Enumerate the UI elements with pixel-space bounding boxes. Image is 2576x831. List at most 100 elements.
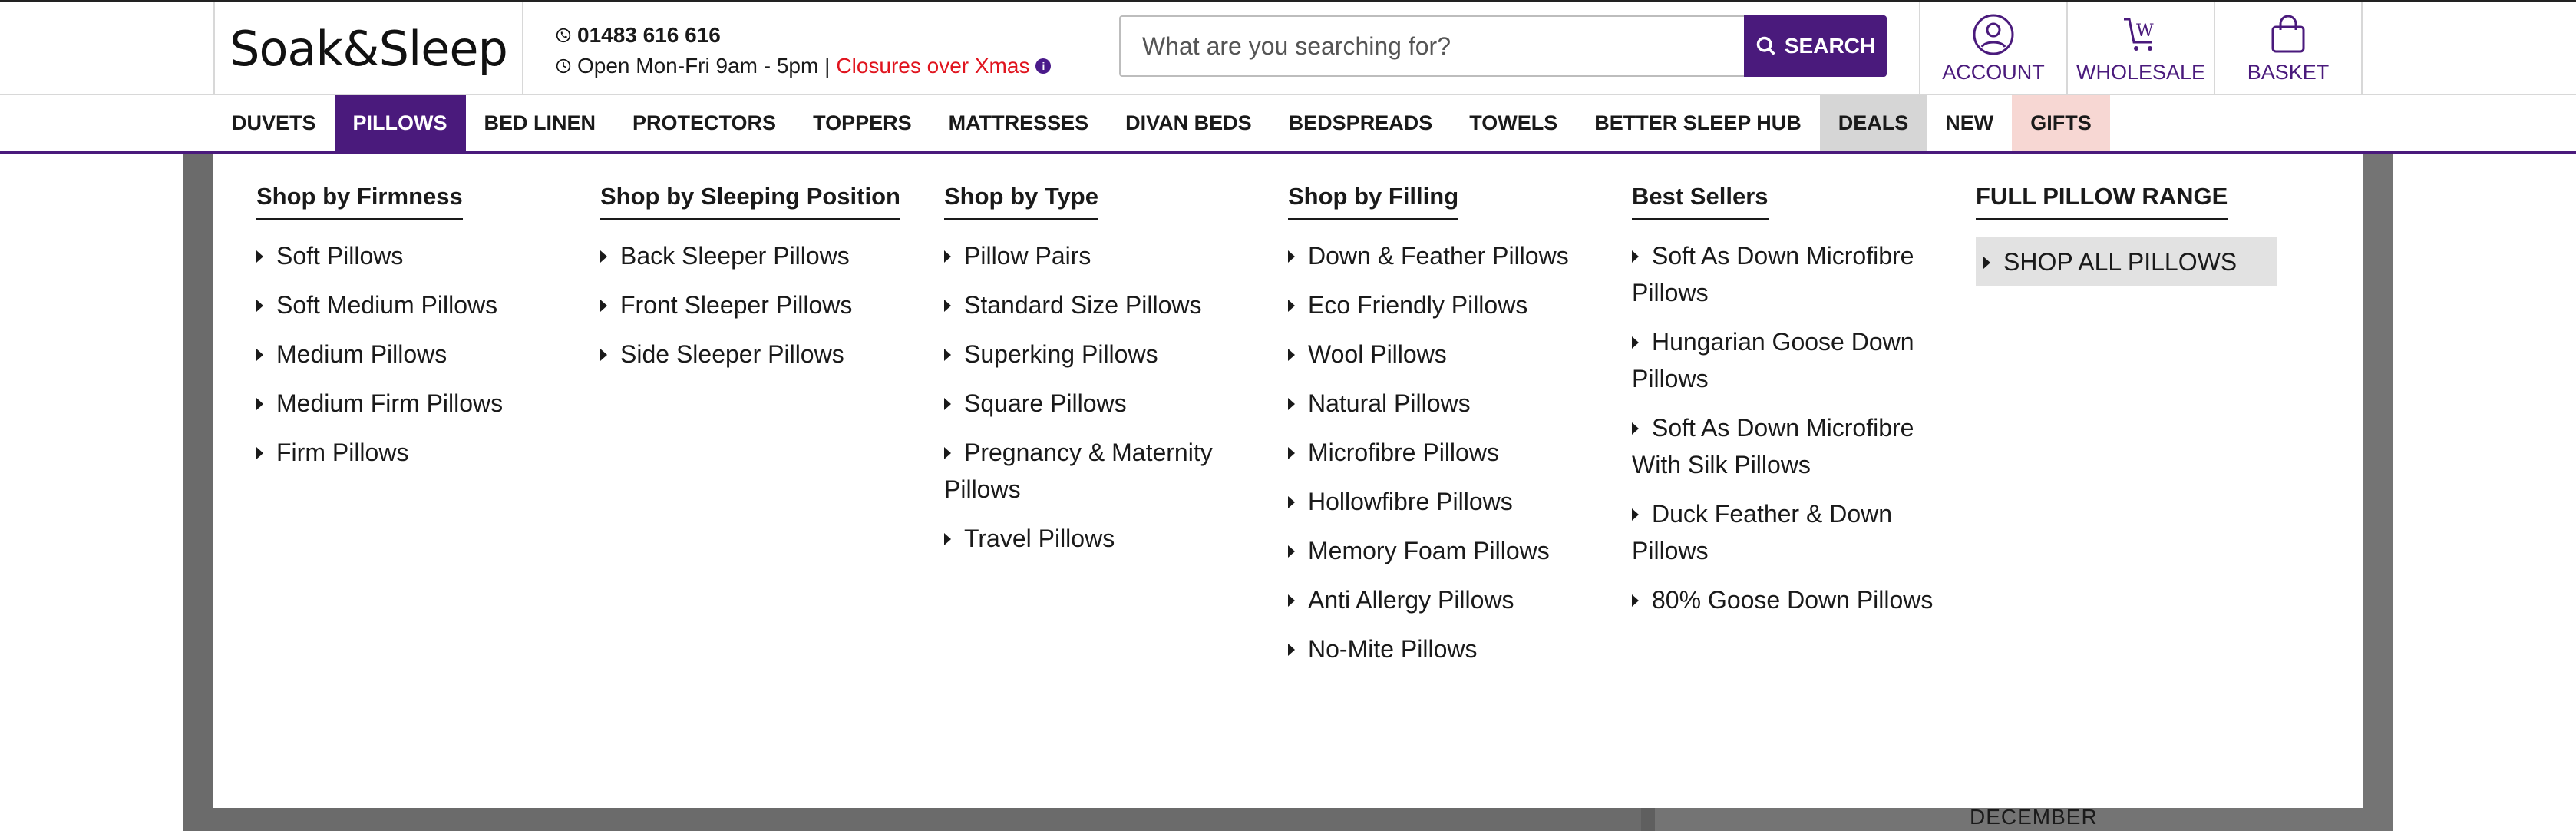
menu-column-type: Shop by Type Pillow Pairs Standard Size … — [944, 183, 1267, 569]
column-heading: Shop by Type — [944, 183, 1098, 220]
menu-link[interactable]: Soft Pillows — [256, 237, 579, 274]
column-heading: Shop by Firmness — [256, 183, 463, 220]
menu-column-sleeping-position: Shop by Sleeping Position Back Sleeper P… — [600, 183, 923, 385]
menu-column-full-range: FULL PILLOW RANGE SHOP ALL PILLOWS — [1976, 183, 2298, 299]
menu-column-filling: Shop by Filling Down & Feather Pillows E… — [1288, 183, 1610, 680]
menu-link[interactable]: No-Mite Pillows — [1288, 631, 1610, 667]
clock-icon — [556, 58, 571, 74]
caret-right-icon — [1288, 545, 1295, 558]
menu-link[interactable]: Firm Pillows — [256, 434, 579, 471]
menu-link[interactable]: Soft As Down Microfibre Pillows — [1632, 237, 1954, 311]
caret-right-icon — [1288, 644, 1295, 656]
caret-right-icon — [1632, 250, 1639, 263]
phone-number[interactable]: 01483 616 616 — [577, 20, 721, 51]
menu-link[interactable]: Medium Pillows — [256, 336, 579, 372]
caret-right-icon — [944, 250, 951, 263]
pillows-mega-menu: Shop by Firmness Soft Pillows Soft Mediu… — [213, 154, 2363, 808]
wholesale-icon: W — [2124, 18, 2154, 51]
menu-link[interactable]: Natural Pillows — [1288, 385, 1610, 422]
caret-right-icon — [1288, 250, 1295, 263]
nav-item-divan-beds[interactable]: DIVAN BEDS — [1107, 95, 1270, 151]
caret-right-icon — [944, 398, 951, 410]
menu-link[interactable]: Soft Medium Pillows — [256, 286, 579, 323]
caret-right-icon — [1632, 594, 1639, 607]
menu-link[interactable]: 80% Goose Down Pillows — [1632, 581, 1954, 618]
nav-item-towels[interactable]: TOWELS — [1451, 95, 1576, 151]
phone-icon — [556, 28, 571, 43]
closures-notice[interactable]: Closures over Xmas — [836, 51, 1029, 81]
menu-link[interactable]: Soft As Down Microfibre With Silk Pillow… — [1632, 409, 1954, 483]
menu-link[interactable]: Side Sleeper Pillows — [600, 336, 923, 372]
caret-right-icon — [944, 533, 951, 545]
column-heading: Best Sellers — [1632, 183, 1769, 220]
wholesale-label: WHOLESALE — [2076, 60, 2206, 84]
basket-label: BASKET — [2247, 60, 2330, 84]
logo-link[interactable]: Soak&Sleep — [215, 2, 523, 95]
nav-item-bedspreads[interactable]: BEDSPREADS — [1270, 95, 1451, 151]
account-label: ACCOUNT — [1942, 60, 2045, 84]
december-label: DECEMBER — [1970, 805, 2098, 829]
caret-right-icon — [256, 447, 263, 459]
caret-right-icon — [256, 349, 263, 361]
menu-link[interactable]: Travel Pillows — [944, 520, 1267, 557]
caret-right-icon — [256, 300, 263, 312]
nav-items: DUVETS PILLOWS BED LINEN PROTECTORS TOPP… — [213, 95, 2110, 151]
contact-info: 01483 616 616 Open Mon-Fri 9am - 5pm | C… — [556, 20, 1052, 81]
caret-right-icon — [600, 349, 607, 361]
menu-link[interactable]: Front Sleeper Pillows — [600, 286, 923, 323]
menu-link[interactable]: Medium Firm Pillows — [256, 385, 579, 422]
menu-column-firmness: Shop by Firmness Soft Pillows Soft Mediu… — [256, 183, 579, 483]
menu-link[interactable]: Square Pillows — [944, 385, 1267, 422]
caret-right-icon — [600, 300, 607, 312]
caret-right-icon — [1288, 349, 1295, 361]
caret-right-icon — [1288, 398, 1295, 410]
menu-link[interactable]: Eco Friendly Pillows — [1288, 286, 1610, 323]
header-inner: Soak&Sleep 01483 616 616 Open Mon-Fri 9a… — [213, 2, 2363, 95]
info-icon[interactable]: i — [1035, 58, 1052, 74]
nav-item-bed-linen[interactable]: BED LINEN — [466, 95, 615, 151]
menu-link[interactable]: Wool Pillows — [1288, 336, 1610, 372]
column-heading: FULL PILLOW RANGE — [1976, 183, 2228, 220]
nav-item-new[interactable]: NEW — [1927, 95, 2012, 151]
menu-link[interactable]: Duck Feather & Down Pillows — [1632, 495, 1954, 569]
nav-item-mattresses[interactable]: MATTRESSES — [930, 95, 1108, 151]
search-input[interactable] — [1121, 17, 1750, 75]
menu-link[interactable]: Pregnancy & Maternity Pillows — [944, 434, 1267, 508]
menu-link[interactable]: Hungarian Goose Down Pillows — [1632, 323, 1954, 397]
header-actions: ACCOUNT W WHOLESALE BASKET — [1919, 2, 2361, 95]
nav-item-pillows[interactable]: PILLOWS — [334, 95, 466, 151]
menu-link[interactable]: Back Sleeper Pillows — [600, 237, 923, 274]
search-bar: SEARCH — [1119, 15, 1887, 77]
caret-right-icon — [1288, 300, 1295, 312]
menu-link[interactable]: Memory Foam Pillows — [1288, 532, 1610, 569]
menu-link[interactable]: Pillow Pairs — [944, 237, 1267, 274]
nav-item-gifts[interactable]: GIFTS — [2012, 95, 2110, 151]
caret-right-icon — [944, 300, 951, 312]
basket-icon — [2271, 15, 2305, 52]
wholesale-button[interactable]: W WHOLESALE — [2066, 2, 2214, 95]
nav-item-duvets[interactable]: DUVETS — [213, 95, 335, 151]
account-button[interactable]: ACCOUNT — [1919, 2, 2066, 95]
column-heading: Shop by Sleeping Position — [600, 183, 900, 220]
main-nav: DUVETS PILLOWS BED LINEN PROTECTORS TOPP… — [0, 95, 2576, 154]
menu-link[interactable]: Anti Allergy Pillows — [1288, 581, 1610, 618]
nav-item-toppers[interactable]: TOPPERS — [794, 95, 930, 151]
menu-link[interactable]: Standard Size Pillows — [944, 286, 1267, 323]
nav-item-protectors[interactable]: PROTECTORS — [614, 95, 794, 151]
caret-right-icon — [944, 349, 951, 361]
menu-link[interactable]: Down & Feather Pillows — [1288, 237, 1610, 274]
menu-link[interactable]: Hollowfibre Pillows — [1288, 483, 1610, 520]
caret-right-icon — [1983, 257, 1990, 269]
basket-button[interactable]: BASKET — [2214, 2, 2361, 95]
menu-link[interactable]: Superking Pillows — [944, 336, 1267, 372]
menu-link[interactable]: Microfibre Pillows — [1288, 434, 1610, 471]
user-icon — [1973, 14, 2014, 55]
caret-right-icon — [1632, 336, 1639, 349]
shop-all-pillows-link[interactable]: SHOP ALL PILLOWS — [1976, 237, 2277, 286]
nav-item-better-sleep-hub[interactable]: BETTER SLEEP HUB — [1576, 95, 1820, 151]
caret-right-icon — [1288, 594, 1295, 607]
menu-column-best-sellers: Best Sellers Soft As Down Microfibre Pil… — [1632, 183, 1954, 631]
nav-item-deals[interactable]: DEALS — [1819, 95, 1927, 151]
search-button[interactable]: SEARCH — [1744, 15, 1887, 77]
column-heading: Shop by Filling — [1288, 183, 1459, 220]
